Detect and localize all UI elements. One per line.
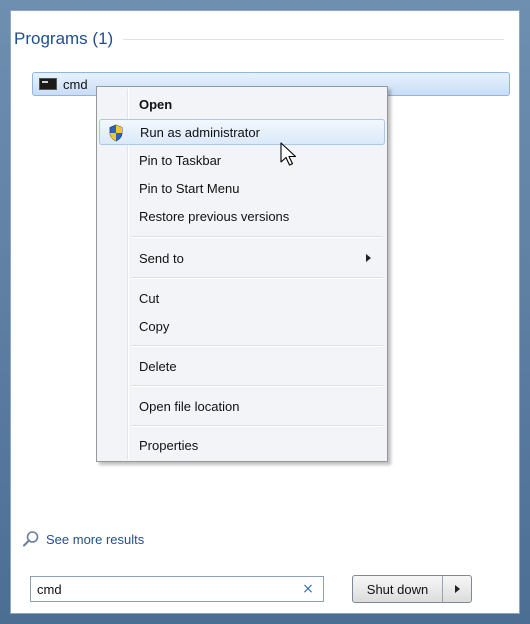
chevron-right-icon	[454, 585, 460, 593]
menu-item-cut[interactable]: Cut	[99, 285, 385, 311]
menu-item-label: Open	[139, 96, 173, 112]
menu-item-pin-to-start-menu[interactable]: Pin to Start Menu	[99, 175, 385, 201]
menu-item-pin-to-taskbar[interactable]: Pin to Taskbar	[99, 147, 385, 173]
menu-separator	[131, 345, 383, 347]
search-input[interactable]	[31, 578, 299, 600]
menu-item-copy[interactable]: Copy	[99, 313, 385, 339]
cmd-icon	[39, 78, 57, 90]
shutdown-button-group: Shut down	[352, 575, 472, 603]
context-menu: Open Run as administrator Pin to Taskbar…	[96, 86, 388, 462]
menu-item-label: Cut	[139, 290, 160, 306]
menu-item-label: Pin to Start Menu	[139, 180, 240, 196]
menu-item-label: Properties	[139, 437, 199, 453]
menu-separator	[131, 425, 383, 427]
menu-separator	[131, 277, 383, 279]
menu-item-open[interactable]: Open	[99, 91, 385, 117]
submenu-arrow-icon	[366, 254, 371, 262]
menu-item-label: Send to	[139, 250, 184, 266]
menu-item-label: Pin to Taskbar	[139, 152, 222, 168]
menu-item-send-to[interactable]: Send to	[99, 245, 385, 271]
shutdown-button[interactable]: Shut down	[353, 576, 442, 602]
menu-item-label: Open file location	[139, 398, 240, 414]
menu-item-run-as-administrator[interactable]: Run as administrator	[99, 119, 385, 145]
see-more-results-link[interactable]: See more results	[22, 528, 144, 550]
program-label: cmd	[63, 76, 88, 92]
menu-item-properties[interactable]: Properties	[99, 432, 385, 458]
search-box: ×	[30, 576, 324, 602]
menu-item-restore-previous-versions[interactable]: Restore previous versions	[99, 203, 385, 229]
programs-header: Programs (1)	[14, 29, 114, 48]
programs-section-header: Programs (1)	[14, 26, 504, 52]
menu-item-delete[interactable]: Delete	[99, 353, 385, 379]
menu-separator	[131, 236, 383, 238]
section-divider	[123, 38, 504, 40]
menu-item-label: Run as administrator	[140, 124, 260, 140]
mouse-cursor-icon	[280, 142, 297, 166]
clear-icon[interactable]: ×	[299, 580, 317, 598]
menu-item-label: Copy	[139, 318, 170, 334]
shutdown-options-button[interactable]	[443, 576, 471, 602]
menu-item-label: Delete	[139, 358, 177, 374]
menu-item-label: Restore previous versions	[139, 208, 290, 224]
menu-item-open-file-location[interactable]: Open file location	[99, 393, 385, 419]
menu-separator	[131, 385, 383, 387]
uac-shield-icon	[109, 124, 123, 142]
search-icon	[23, 531, 39, 547]
see-more-label: See more results	[46, 531, 145, 547]
